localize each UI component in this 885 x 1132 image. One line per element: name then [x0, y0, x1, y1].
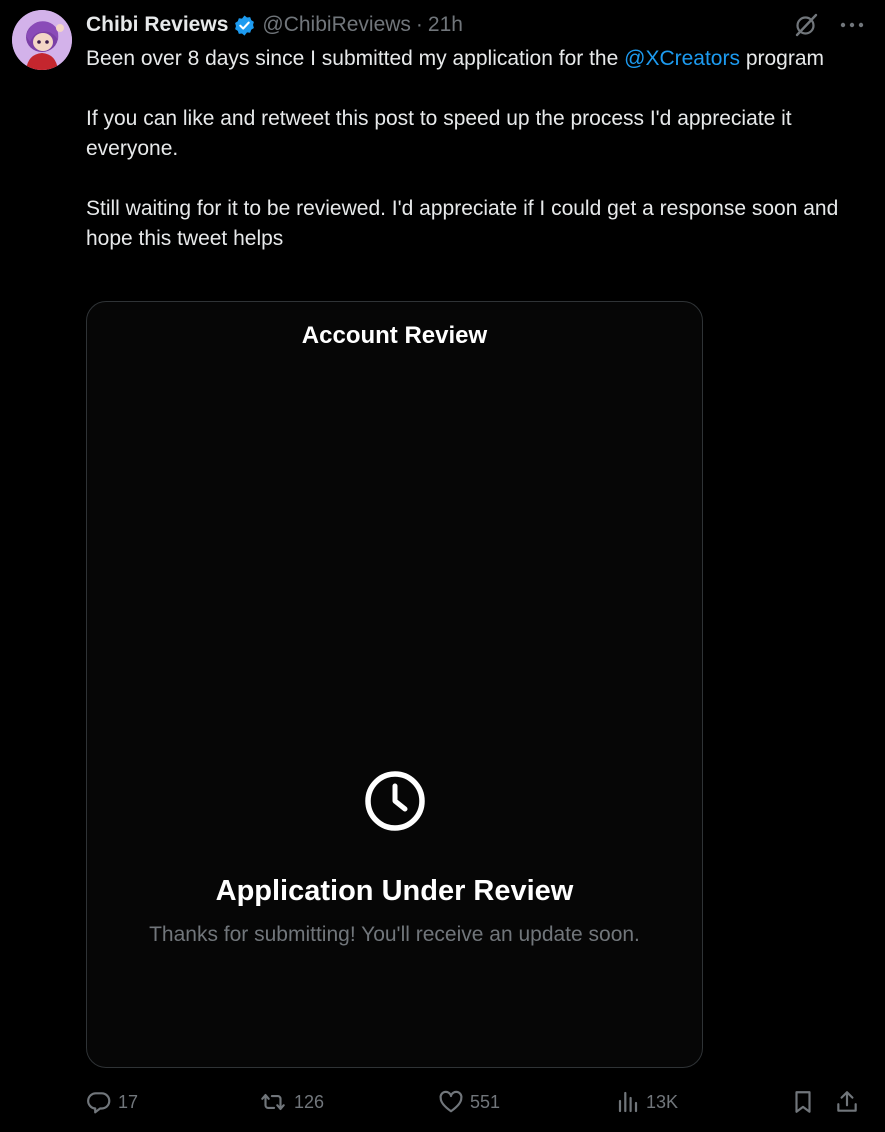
heart-icon: [438, 1089, 464, 1115]
post-text-line1-before: Been over 8 days since I submitted my ap…: [86, 47, 625, 70]
share-icon: [834, 1089, 860, 1115]
media-title: Account Review: [301, 322, 488, 349]
media-attachment[interactable]: Account Review Application Under Review …: [86, 301, 703, 1068]
post-header: Chibi Reviews @ChibiReviews · 21h: [86, 8, 463, 42]
bookmark-icon: [790, 1089, 816, 1115]
action-bar: 17 126 551 13K: [86, 1086, 866, 1118]
verified-badge-icon[interactable]: [233, 14, 256, 37]
more-options-icon[interactable]: [839, 12, 865, 38]
media-subtext: Thanks for submitting! You'll receive an…: [149, 923, 640, 946]
header-separator: ·: [415, 13, 423, 36]
post-paragraph-3: Still waiting for it to be reviewed. I'd…: [86, 197, 839, 250]
bookmark-button[interactable]: [790, 1086, 822, 1118]
clock-icon: [364, 770, 426, 832]
avatar[interactable]: [12, 10, 72, 70]
author-handle[interactable]: @ChibiReviews: [262, 13, 411, 37]
grok-icon[interactable]: [793, 12, 819, 38]
share-button[interactable]: [834, 1086, 866, 1118]
like-count: 551: [470, 1091, 501, 1112]
post-text-line1-after: program: [739, 47, 825, 70]
post-timestamp[interactable]: 21h: [428, 13, 463, 37]
like-button[interactable]: 551: [438, 1086, 500, 1118]
views-button[interactable]: 13K: [616, 1086, 678, 1118]
mention-link[interactable]: @XCreators: [624, 47, 740, 70]
repost-icon: [258, 1089, 288, 1115]
top-right-controls: [793, 12, 865, 38]
post-paragraph-1: Been over 8 days since I submitted my ap…: [86, 44, 861, 74]
analytics-icon: [616, 1089, 640, 1115]
media-heading: Application Under Review: [215, 875, 574, 907]
reply-count: 17: [118, 1091, 139, 1112]
post-text: Been over 8 days since I submitted my ap…: [86, 44, 861, 284]
reply-button[interactable]: 17: [86, 1086, 138, 1118]
view-count: 13K: [646, 1091, 679, 1112]
reply-icon: [86, 1089, 112, 1115]
repost-count: 126: [294, 1091, 325, 1112]
post-paragraph-2: If you can like and retweet this post to…: [86, 107, 792, 160]
display-name[interactable]: Chibi Reviews: [86, 13, 228, 37]
repost-button[interactable]: 126: [258, 1086, 324, 1118]
